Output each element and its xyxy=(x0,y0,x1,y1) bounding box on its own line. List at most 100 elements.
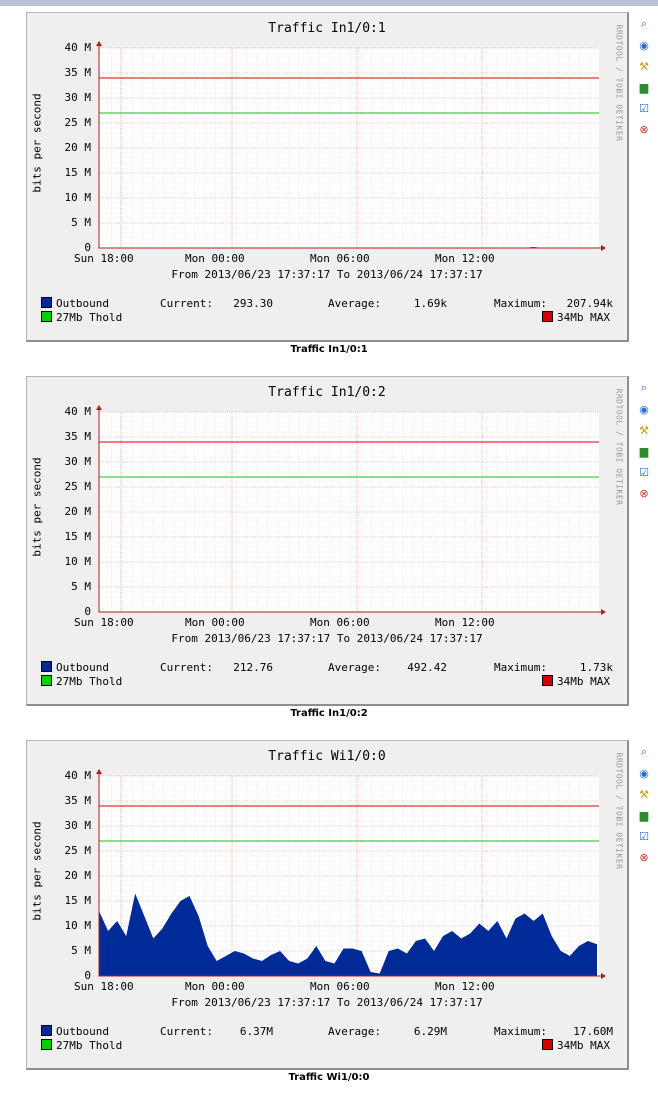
y-axis-arrow xyxy=(96,769,102,774)
y-tick-label: 35 M xyxy=(64,66,92,79)
y-tick-label: 40 M xyxy=(64,769,92,782)
properties-icon[interactable]: ⚒ xyxy=(636,786,652,802)
graph-caption: Traffic In1/0:1 xyxy=(290,344,368,355)
top-bar xyxy=(0,0,658,6)
x-tick-label: Mon 12:00 xyxy=(435,980,495,993)
time-period: From 2013/06/23 17:37:17 To 2013/06/24 1… xyxy=(171,632,483,645)
zoom-icon[interactable]: ⌕ xyxy=(636,16,652,32)
y-tick-label: 20 M xyxy=(64,141,92,154)
y-axis-label: bits per second xyxy=(30,457,44,557)
chart-icon[interactable]: ▆ xyxy=(636,79,652,95)
graph-title: Traffic In1/0:2 xyxy=(268,385,386,400)
legend-thold: 27Mb Thold xyxy=(41,1039,122,1052)
graph-caption: Traffic In1/0:2 xyxy=(290,708,368,719)
graph-image[interactable]: Traffic In1/0:2 bits per second RRDTOOL … xyxy=(26,376,629,706)
rrdtool-watermark: RRDTOOL / TOBI OETIKER xyxy=(614,24,624,142)
y-tick-label: 20 M xyxy=(64,869,92,882)
y-tick-label: 15 M xyxy=(64,166,92,179)
rrdtool-watermark: RRDTOOL / TOBI OETIKER xyxy=(614,388,624,506)
x-tick-label: Mon 00:00 xyxy=(185,980,245,993)
x-axis-arrow xyxy=(601,609,606,615)
x-tick-label: Mon 06:00 xyxy=(310,616,370,629)
x-axis-arrow xyxy=(601,973,606,979)
zoom-icon[interactable]: ⌕ xyxy=(636,380,652,396)
y-tick-label: 30 M xyxy=(64,91,92,104)
plot-area xyxy=(96,41,606,251)
legend-average-label: Average: xyxy=(328,661,381,674)
legend-max: 34Mb MAX xyxy=(542,675,610,688)
y-axis-arrow xyxy=(96,41,102,46)
legend-average-label: Average: xyxy=(328,297,381,310)
y-tick-label: 25 M xyxy=(64,844,92,857)
y-tick-label: 30 M xyxy=(64,819,92,832)
nav-icon[interactable]: ◉ xyxy=(636,401,652,417)
graph-image[interactable]: Traffic Wi1/0:0 bits per second RRDTOOL … xyxy=(26,740,629,1070)
y-tick-label: 5 M xyxy=(71,216,91,229)
legend-outbound: Outbound xyxy=(41,1025,109,1038)
legend-average-value: 492.42 xyxy=(407,661,447,674)
legend-maximum-label: Maximum: xyxy=(494,297,547,310)
legend-thold: 27Mb Thold xyxy=(41,675,122,688)
graph-image[interactable]: Traffic In1/0:1 bits per second RRDTOOL … xyxy=(26,12,629,342)
y-tick-label: 15 M xyxy=(64,530,92,543)
legend-current-label: Current: xyxy=(160,297,213,310)
legend-average-value: 6.29M xyxy=(413,1025,447,1038)
time-period: From 2013/06/23 17:37:17 To 2013/06/24 1… xyxy=(171,268,483,281)
edit-icon[interactable]: ☑ xyxy=(636,828,652,844)
rrdtool-watermark: RRDTOOL / TOBI OETIKER xyxy=(614,752,624,870)
y-tick-label: 40 M xyxy=(64,41,92,54)
x-axis-arrow xyxy=(601,245,606,251)
y-tick-label: 40 M xyxy=(64,405,92,418)
y-tick-label: 10 M xyxy=(64,555,92,568)
y-axis-label: bits per second xyxy=(30,93,44,193)
plot-area xyxy=(96,405,606,615)
legend-current-label: Current: xyxy=(160,661,213,674)
x-tick-label: Mon 00:00 xyxy=(185,616,245,629)
x-tick-label: Sun 18:00 xyxy=(74,616,134,629)
edit-icon[interactable]: ☑ xyxy=(636,100,652,116)
legend-current-value: 293.30 xyxy=(233,297,273,310)
legend-maximum-value: 1.73k xyxy=(579,661,613,674)
y-tick-label: 35 M xyxy=(64,430,92,443)
y-tick-label: 35 M xyxy=(64,794,92,807)
legend-outbound: Outbound xyxy=(41,661,109,674)
edit-icon[interactable]: ☑ xyxy=(636,464,652,480)
properties-icon[interactable]: ⚒ xyxy=(636,58,652,74)
zoom-icon[interactable]: ⌕ xyxy=(636,744,652,760)
y-tick-label: 25 M xyxy=(64,116,92,129)
y-tick-label: 30 M xyxy=(64,455,92,468)
nav-icon[interactable]: ◉ xyxy=(636,765,652,781)
delete-icon[interactable]: ⊗ xyxy=(636,121,652,137)
graph-panel: Traffic In1/0:2 bits per second RRDTOOL … xyxy=(0,376,658,740)
legend-average-label: Average: xyxy=(328,1025,381,1038)
legend-current-value: 6.37M xyxy=(239,1025,273,1038)
y-axis-label: bits per second xyxy=(30,821,44,921)
delete-icon[interactable]: ⊗ xyxy=(636,849,652,865)
x-tick-label: Mon 12:00 xyxy=(435,252,495,265)
graph-caption: Traffic Wi1/0:0 xyxy=(288,1072,370,1083)
chart-icon[interactable]: ▆ xyxy=(636,807,652,823)
legend-thold: 27Mb Thold xyxy=(41,311,122,324)
chart-icon[interactable]: ▆ xyxy=(636,443,652,459)
y-tick-label: 15 M xyxy=(64,894,92,907)
graph-panel: Traffic In1/0:1 bits per second RRDTOOL … xyxy=(0,12,658,376)
x-tick-label: Mon 00:00 xyxy=(185,252,245,265)
properties-icon[interactable]: ⚒ xyxy=(636,422,652,438)
graph-title: Traffic In1/0:1 xyxy=(268,21,386,36)
graph-title: Traffic Wi1/0:0 xyxy=(268,749,386,764)
legend-outbound: Outbound xyxy=(41,297,109,310)
x-tick-label: Sun 18:00 xyxy=(74,980,134,993)
legend-max: 34Mb MAX xyxy=(542,311,610,324)
y-tick-label: 10 M xyxy=(64,191,92,204)
nav-icon[interactable]: ◉ xyxy=(636,37,652,53)
legend-average-value: 1.69k xyxy=(413,297,447,310)
legend-maximum-label: Maximum: xyxy=(494,1025,547,1038)
delete-icon[interactable]: ⊗ xyxy=(636,485,652,501)
y-tick-label: 10 M xyxy=(64,919,92,932)
legend-max: 34Mb MAX xyxy=(542,1039,610,1052)
y-tick-label: 25 M xyxy=(64,480,92,493)
x-tick-label: Mon 12:00 xyxy=(435,616,495,629)
x-tick-label: Mon 06:00 xyxy=(310,980,370,993)
x-tick-label: Mon 06:00 xyxy=(310,252,370,265)
time-period: From 2013/06/23 17:37:17 To 2013/06/24 1… xyxy=(171,996,483,1009)
